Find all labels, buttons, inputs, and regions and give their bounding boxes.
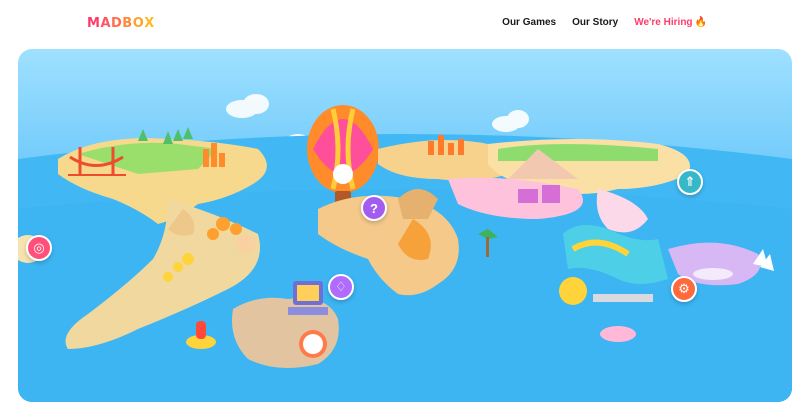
logo-letter: A xyxy=(100,16,111,31)
rocket-icon: ⇑ xyxy=(684,174,696,189)
gear-marker[interactable]: ⚙ xyxy=(671,276,697,302)
question-icon: ? xyxy=(370,200,378,216)
nav-hiring-label: We're Hiring xyxy=(634,17,693,28)
lightbulb-icon: ♢ xyxy=(335,279,347,294)
question-marker[interactable]: ? xyxy=(361,195,387,221)
small-island-1 xyxy=(600,326,636,342)
logo-letter: B xyxy=(122,16,133,31)
small-island-2 xyxy=(693,268,733,280)
logo-letter: M xyxy=(87,16,101,31)
nav-our-story[interactable]: Our Story xyxy=(572,17,618,28)
lightbulb-marker[interactable]: ♢ xyxy=(328,274,354,300)
site-header: MADBOX Our Games Our Story We're Hiring 🔥 xyxy=(0,0,810,48)
cloud-right xyxy=(492,110,529,132)
logo-letter: O xyxy=(132,16,145,31)
main-nav: Our Games Our Story We're Hiring 🔥 xyxy=(502,17,707,28)
fire-icon: 🔥 xyxy=(694,17,707,28)
logo-letter: D xyxy=(111,16,123,31)
nav-our-games[interactable]: Our Games xyxy=(502,17,556,28)
map-illustration xyxy=(18,94,792,402)
madbox-logo[interactable]: MADBOX xyxy=(87,16,155,31)
logo-letter: X xyxy=(144,16,155,31)
cloud-left xyxy=(226,94,269,118)
nav-were-hiring[interactable]: We're Hiring 🔥 xyxy=(634,17,707,28)
rocket-marker[interactable]: ⇑ xyxy=(677,169,703,195)
world-map[interactable]: ◎ ? ♢ ⇑ ⚙ xyxy=(18,49,792,402)
brain-icon: ◎ xyxy=(33,240,45,255)
gear-icon: ⚙ xyxy=(678,281,690,296)
brain-marker[interactable]: ◎ xyxy=(26,235,52,261)
